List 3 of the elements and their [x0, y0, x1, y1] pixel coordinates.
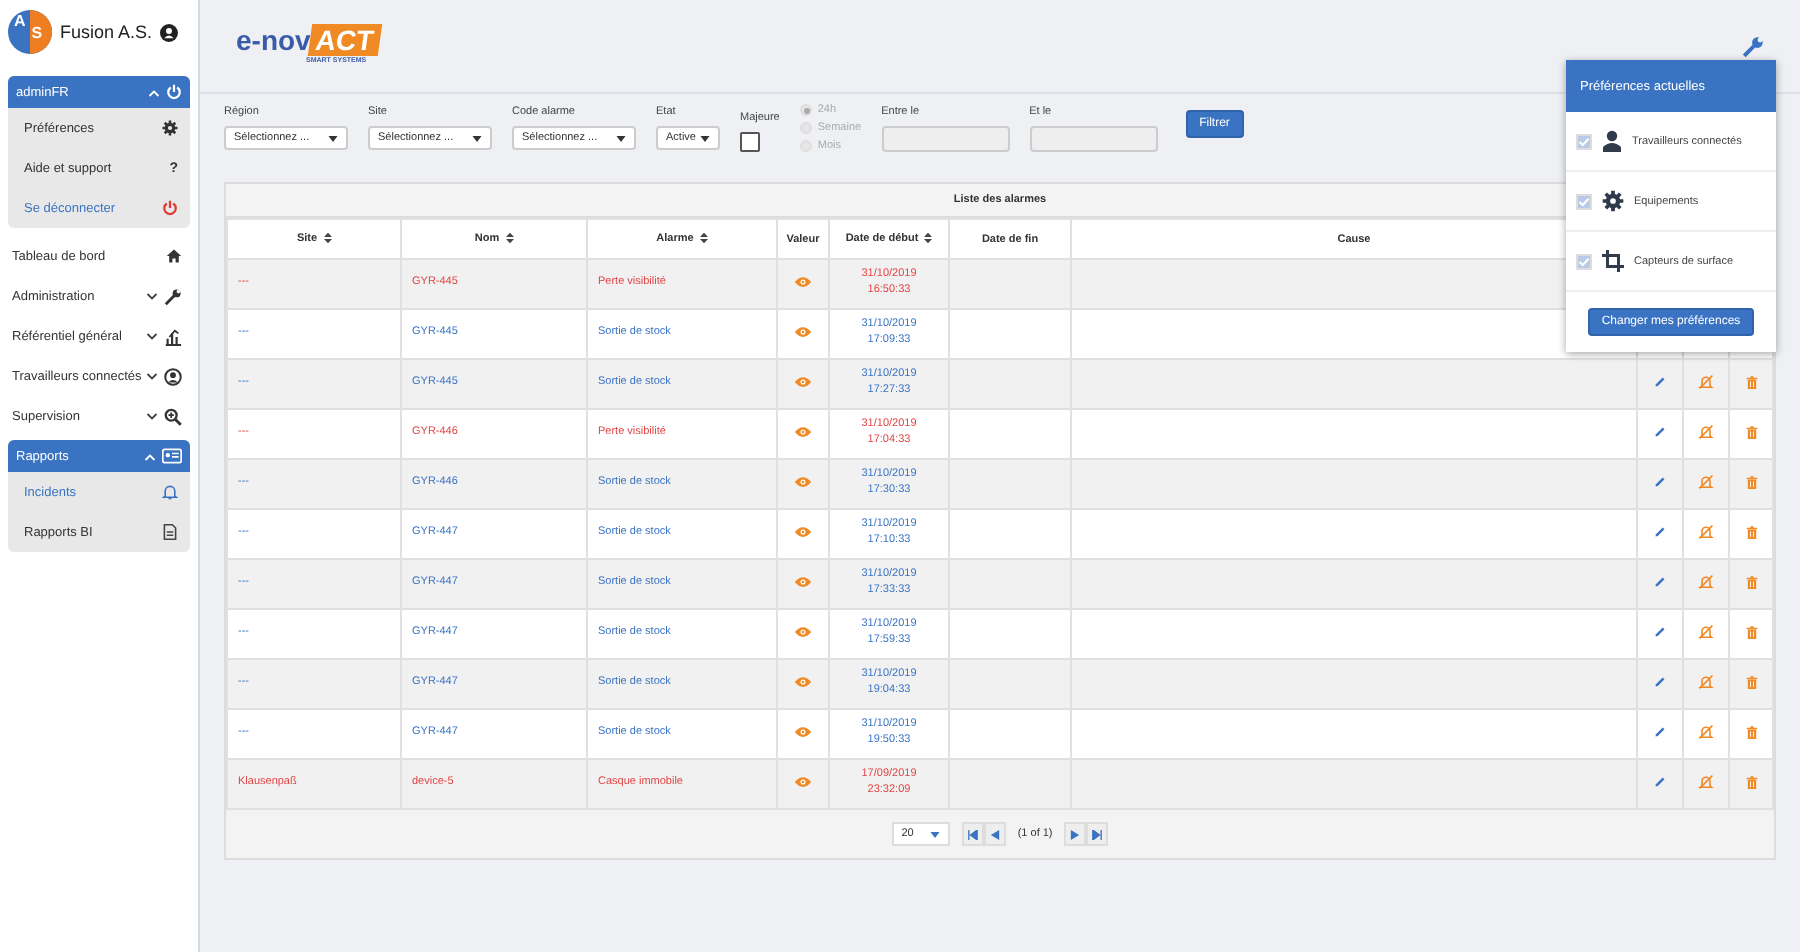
logo-letter: S — [31, 26, 43, 42]
brand-name: Fusion A.S. — [60, 22, 153, 42]
logo-letter: A — [14, 14, 26, 34]
